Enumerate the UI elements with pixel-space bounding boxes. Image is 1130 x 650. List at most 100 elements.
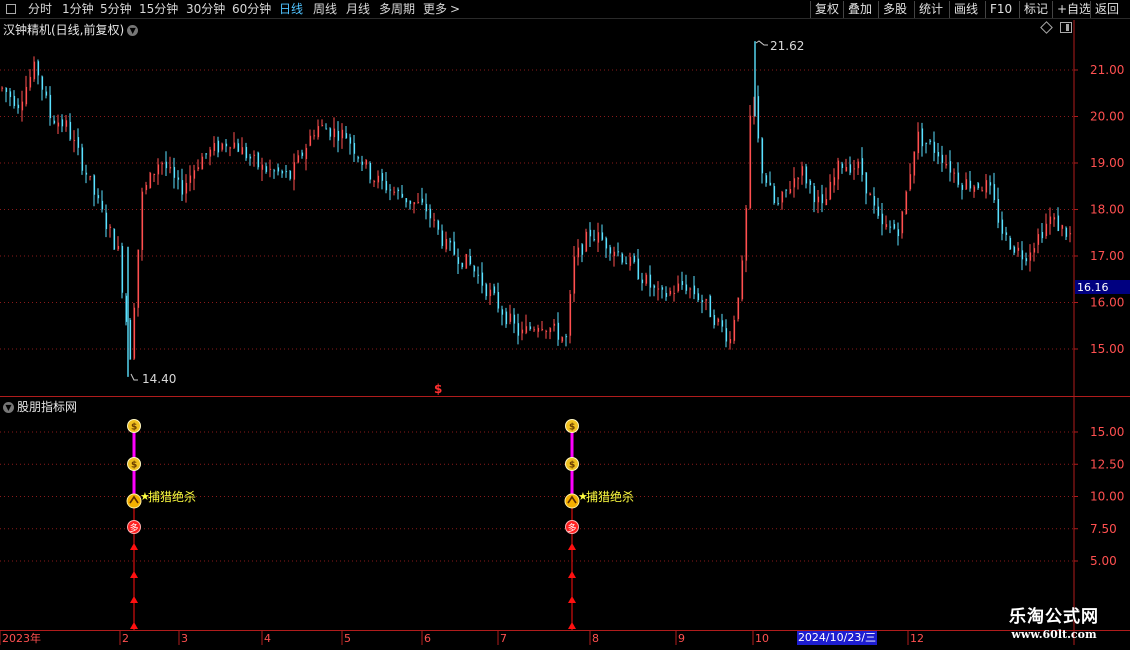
candle-body <box>1025 258 1028 262</box>
candle-body <box>545 330 548 332</box>
toolbar-button-0[interactable]: 复权 <box>815 1 839 18</box>
candle-body <box>841 163 844 168</box>
up-arrow-icon <box>568 622 576 629</box>
candle-body <box>1 87 4 89</box>
up-arrow-icon <box>130 596 138 603</box>
tab-period-6[interactable]: 日线 <box>279 1 303 18</box>
candle-body <box>725 328 728 342</box>
long-ball-icon <box>565 520 579 534</box>
candle-body <box>825 199 828 206</box>
toolbar-separator <box>1019 1 1020 18</box>
toolbar-button-5[interactable]: F10 <box>990 1 1012 18</box>
toolbar-button-2[interactable]: 多股 <box>883 1 907 18</box>
toolbar-button-7[interactable]: +自选 <box>1057 1 1091 18</box>
indicator-title[interactable]: ▼ 股朋指标网 <box>3 398 77 415</box>
candle-body <box>397 189 400 192</box>
candle-body <box>993 184 996 201</box>
candle-body <box>773 186 776 204</box>
tab-period-1[interactable]: 1分钟 <box>62 1 94 18</box>
candle-body <box>89 175 92 177</box>
tab-period-10[interactable]: 更多 <box>423 1 447 18</box>
tab-period-7[interactable]: 周线 <box>313 1 337 18</box>
candle-body <box>701 300 704 303</box>
candle-body <box>585 231 588 252</box>
tab-period-4[interactable]: 30分钟 <box>186 1 225 18</box>
main-chart-title[interactable]: 汉钟精机(日线,前复权) ▼ <box>3 21 139 38</box>
price-label: 19.00 <box>1090 156 1124 170</box>
candle-body <box>985 180 988 193</box>
candle-body <box>681 281 684 285</box>
candle-body <box>1057 215 1060 231</box>
chevron-down-icon[interactable]: ▼ <box>127 25 139 36</box>
candle-body <box>989 182 992 186</box>
candle-body <box>777 203 780 205</box>
up-arrow-icon <box>130 543 138 550</box>
toolbar-button-4[interactable]: 画线 <box>954 1 978 18</box>
window-icon[interactable] <box>6 4 16 14</box>
candle-body <box>769 182 772 186</box>
price-axis-labels: 21.00 20.00 19.00 18.00 17.00 16.00 15.00 <box>1090 63 1124 356</box>
tab-period-2[interactable]: 5分钟 <box>100 1 132 18</box>
candle-body <box>641 279 644 284</box>
candle-body <box>145 185 148 191</box>
tab-period-0[interactable]: 分时 <box>28 1 52 18</box>
candle-body <box>541 328 544 330</box>
candle-body <box>281 171 284 174</box>
candle-body <box>437 220 440 230</box>
candle-body <box>565 336 568 338</box>
diamond-icon[interactable] <box>1040 21 1053 34</box>
candle-body <box>41 76 44 90</box>
toolbar-separator <box>1052 1 1053 18</box>
candle-body <box>589 229 592 237</box>
toolbar-button-1[interactable]: 叠加 <box>848 1 872 18</box>
toolbar-button-3[interactable]: 统计 <box>919 1 943 18</box>
candle-body <box>949 161 952 173</box>
low-label: 14.40 <box>142 372 176 386</box>
date-label: 5 <box>344 632 351 645</box>
up-arrow-icon <box>568 543 576 550</box>
candle-body <box>857 161 860 169</box>
signal-star: ★ <box>140 490 150 503</box>
candle-body <box>1061 225 1064 229</box>
panel-toggle-icon[interactable] <box>1060 22 1072 33</box>
candle-body <box>781 191 784 203</box>
tab-period-5[interactable]: 60分钟 <box>232 1 271 18</box>
candle-body <box>181 180 184 195</box>
tab-period-3[interactable]: 15分钟 <box>139 1 178 18</box>
toolbar-button-6[interactable]: 标记 <box>1024 1 1048 18</box>
candle-body <box>793 178 796 188</box>
candle-body <box>69 121 72 140</box>
candle-body <box>1033 248 1036 253</box>
tab-period-8[interactable]: 月线 <box>346 1 370 18</box>
candle-body <box>529 326 532 330</box>
candle-body <box>161 162 164 165</box>
candle-body <box>209 149 212 157</box>
candle-body <box>1009 237 1012 250</box>
candle-body <box>213 143 216 151</box>
long-ball-glyph: 多 <box>130 522 139 534</box>
candle-body <box>897 229 900 237</box>
tab-period-9[interactable]: 多周期 <box>379 1 415 18</box>
toolbar-button-8[interactable]: 返回 <box>1095 1 1119 18</box>
date-label: 12 <box>910 632 924 645</box>
up-arrow-icon <box>130 622 138 629</box>
date-label: 6 <box>424 632 431 645</box>
price-label: 21.00 <box>1090 63 1124 77</box>
candle-body <box>569 294 572 336</box>
current-price-box <box>1075 280 1130 294</box>
price-label: 18.00 <box>1090 203 1124 217</box>
price-label: 16.00 <box>1090 296 1124 310</box>
date-label: 10 <box>755 632 769 645</box>
candle-body <box>497 292 500 309</box>
candle-body <box>505 311 508 325</box>
candlestick-chart[interactable]: 21.00 20.00 19.00 18.00 17.00 16.00 15.00 15.0… <box>0 0 1130 650</box>
indicator-signals: $$多★捕猎绝杀$$多★捕猎绝杀 <box>126 419 634 630</box>
more-arrow-icon[interactable]: > <box>450 1 460 18</box>
chevron-down-icon[interactable]: ▼ <box>3 402 14 413</box>
candle-body <box>49 94 52 119</box>
candle-body <box>389 189 392 191</box>
candle-body <box>301 152 304 156</box>
candle-body <box>217 140 220 153</box>
candle-body <box>305 147 308 160</box>
candle-body <box>937 152 940 157</box>
